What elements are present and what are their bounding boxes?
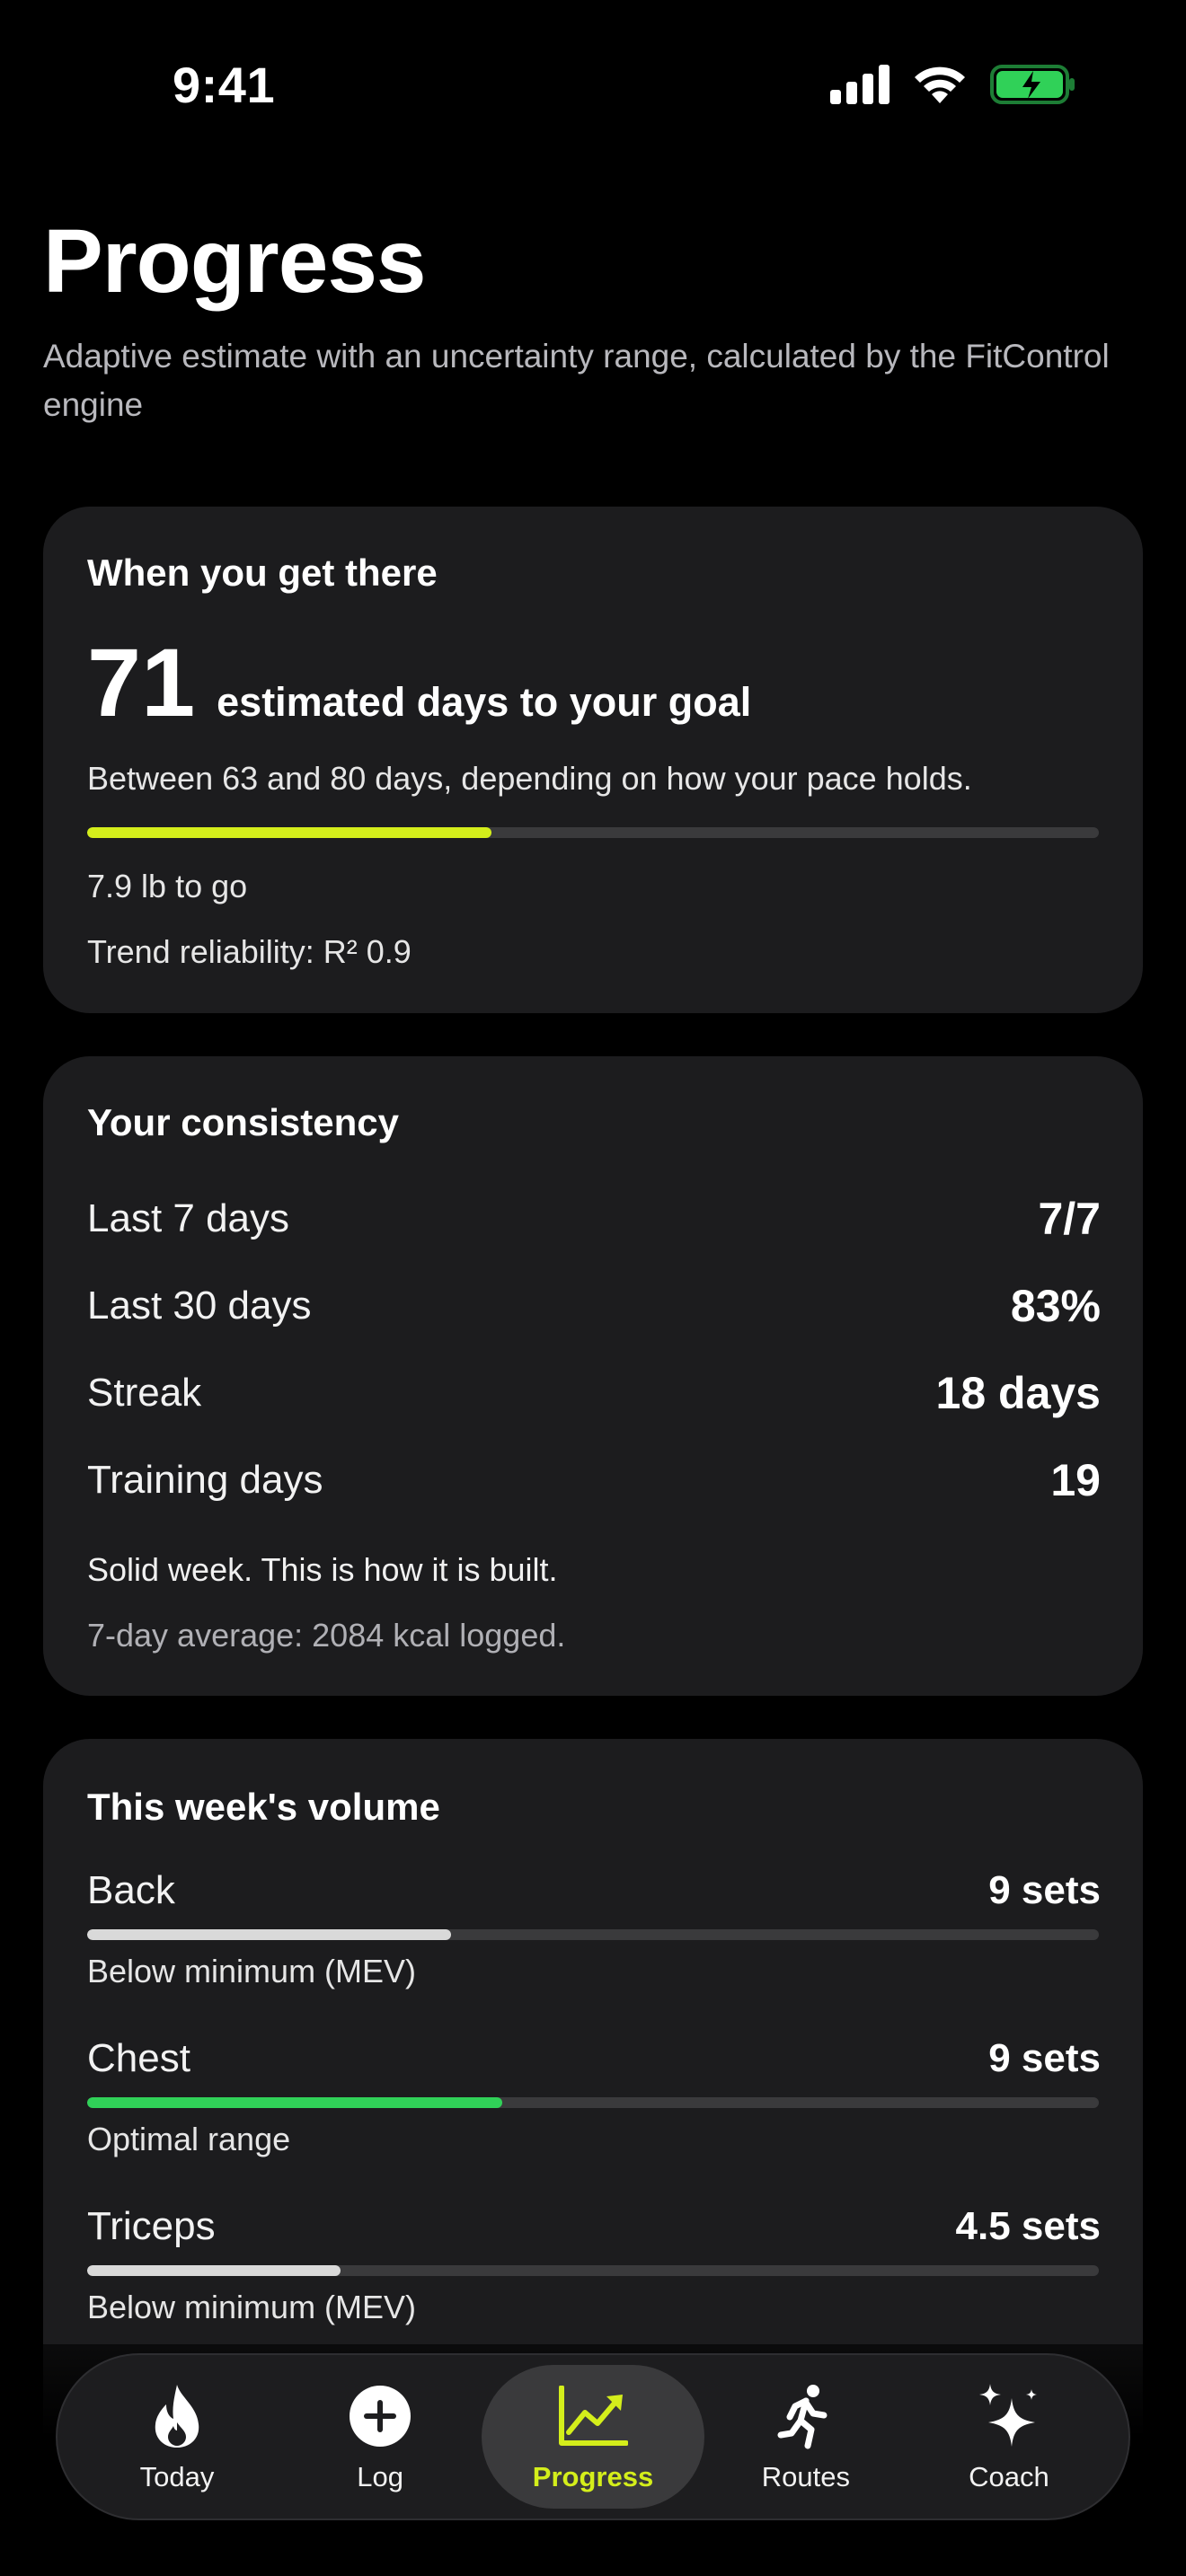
wifi-icon xyxy=(913,64,967,110)
volume-row-back: Back 9 sets xyxy=(87,1868,1101,1913)
tab-label: Log xyxy=(357,2461,403,2492)
tab-log[interactable]: Log xyxy=(279,2365,482,2509)
volume-status-chest: Optimal range xyxy=(87,2121,291,2157)
volume-card-title: This week's volume xyxy=(87,1786,440,1828)
volume-row-triceps: Triceps 4.5 sets xyxy=(87,2204,1101,2249)
volume-fill-back xyxy=(87,1929,452,1940)
muscle-name: Triceps xyxy=(87,2204,216,2248)
volume-bar-triceps xyxy=(87,2265,1099,2276)
goal-days-caption: estimated days to your goal xyxy=(217,679,752,725)
sparkles-icon xyxy=(973,2380,1045,2452)
muscle-name: Back xyxy=(87,1868,175,1912)
stat-value: 7/7 xyxy=(1038,1194,1101,1244)
page-title: Progress xyxy=(43,211,427,312)
status-icons xyxy=(830,63,1076,110)
flame-icon xyxy=(141,2380,213,2452)
stat-label: Last 7 days xyxy=(87,1196,290,1240)
muscle-name: Chest xyxy=(87,2036,190,2080)
stat-label: Training days xyxy=(87,1458,323,1502)
goal-days-number: 71 xyxy=(87,628,196,737)
muscle-sets: 4.5 sets xyxy=(955,2204,1101,2248)
goal-progress-bar xyxy=(87,827,1099,838)
stat-label: Streak xyxy=(87,1371,202,1415)
cellular-signal-icon xyxy=(830,64,890,109)
chart-trend-icon xyxy=(557,2380,629,2452)
stat-value: 83% xyxy=(1010,1281,1101,1331)
consistency-message: Solid week. This is how it is built. xyxy=(87,1551,558,1588)
tab-coach[interactable]: Coach xyxy=(907,2365,1111,2509)
muscle-sets: 9 sets xyxy=(988,1868,1101,1912)
goal-remaining: 7.9 lb to go xyxy=(87,868,248,904)
calorie-average: 7-day average: 2084 kcal logged. xyxy=(87,1617,566,1654)
volume-fill-chest xyxy=(87,2097,502,2108)
stat-row-last-7-days: Last 7 days 7/7 xyxy=(87,1193,1101,1245)
volume-status-triceps: Below minimum (MEV) xyxy=(87,2289,417,2325)
muscle-sets: 9 sets xyxy=(988,2036,1101,2080)
tab-bar: Today Log Progress Routes Coach xyxy=(56,2353,1130,2520)
trend-reliability: Trend reliability: R² 0.9 xyxy=(87,933,412,970)
running-figure-icon xyxy=(770,2380,842,2452)
stat-row-streak: Streak 18 days xyxy=(87,1367,1101,1419)
volume-row-chest: Chest 9 sets xyxy=(87,2036,1101,2081)
tab-routes[interactable]: Routes xyxy=(704,2365,907,2509)
stat-row-last-30-days: Last 30 days 83% xyxy=(87,1280,1101,1332)
progress-screen: 9:41 Progress Adaptive estimate with an … xyxy=(0,0,1186,2576)
tab-label: Today xyxy=(139,2461,215,2492)
tab-label: Routes xyxy=(761,2461,851,2492)
volume-bar-chest xyxy=(87,2097,1099,2108)
tab-label: Coach xyxy=(969,2461,1049,2492)
plus-circle-icon xyxy=(344,2380,416,2452)
goal-progress-fill xyxy=(87,827,492,838)
status-bar: 9:41 xyxy=(0,0,1186,180)
goal-card-title: When you get there xyxy=(87,551,438,594)
volume-fill-triceps xyxy=(87,2265,341,2276)
battery-charging-icon xyxy=(990,64,1076,110)
goal-range-text: Between 63 and 80 days, depending on how… xyxy=(87,760,972,797)
tab-today[interactable]: Today xyxy=(75,2365,279,2509)
volume-status-back: Below minimum (MEV) xyxy=(87,1953,417,1989)
tab-label: Progress xyxy=(532,2461,654,2492)
stat-value: 18 days xyxy=(935,1368,1101,1418)
page-subtitle: Adaptive estimate with an uncertainty ra… xyxy=(43,338,1110,423)
consistency-card-title: Your consistency xyxy=(87,1101,399,1143)
tab-progress[interactable]: Progress xyxy=(482,2365,704,2509)
volume-bar-back xyxy=(87,1929,1099,1940)
goal-days-row: 71 estimated days to your goal xyxy=(87,634,751,731)
stat-label: Last 30 days xyxy=(87,1284,312,1328)
stat-row-training-days: Training days 19 xyxy=(87,1454,1101,1506)
stat-value: 19 xyxy=(1050,1455,1101,1505)
status-time: 9:41 xyxy=(173,57,276,113)
